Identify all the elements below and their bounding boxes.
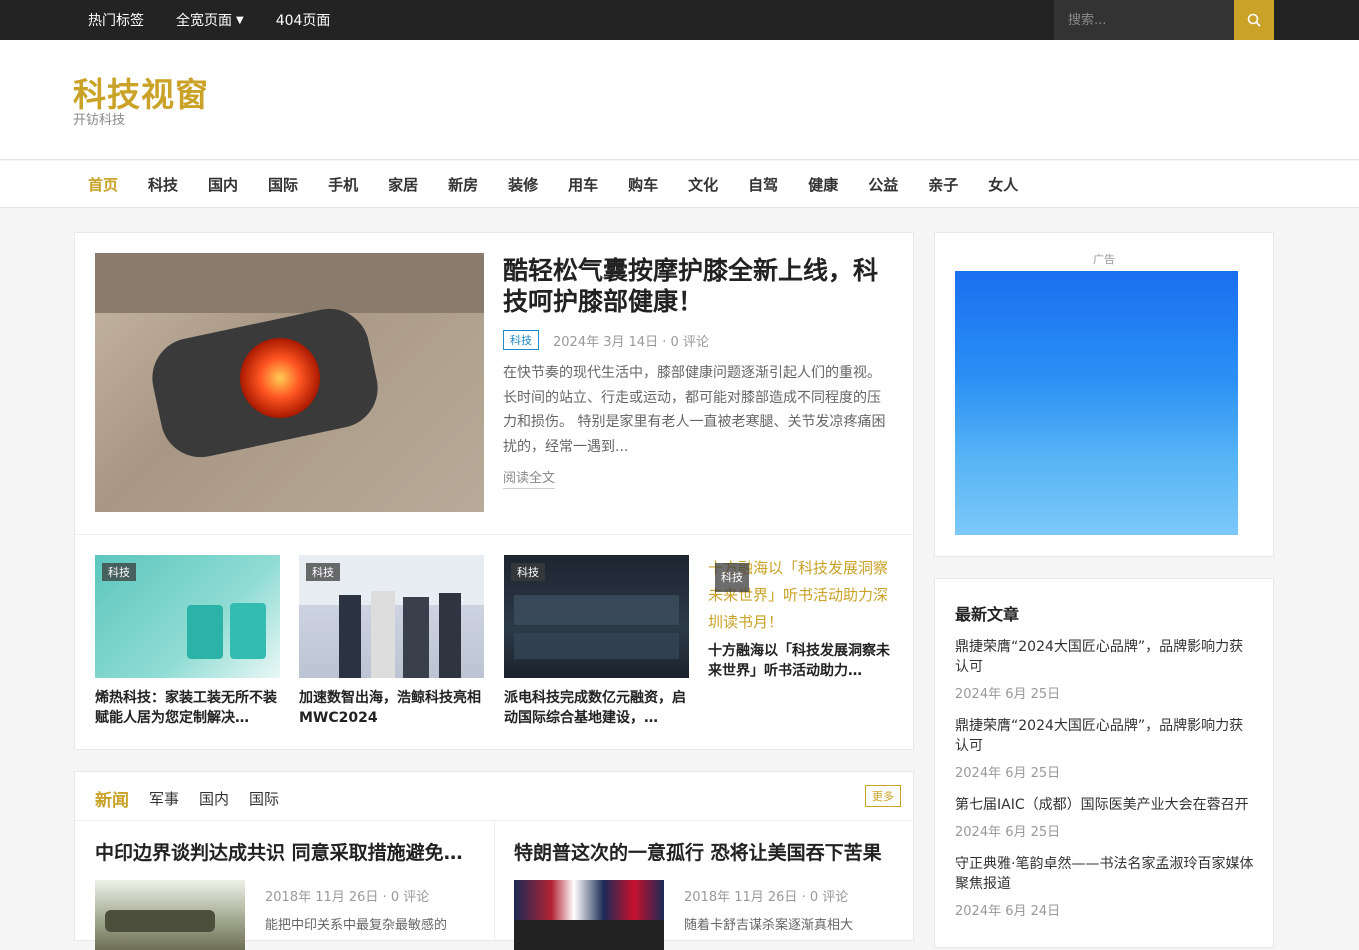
top-nav: 热门标签 全宽页面 ▼ 404页面 — [88, 0, 362, 40]
news-excerpt: 随着卡舒吉谋杀案逐渐真相大 — [684, 918, 854, 933]
news-title[interactable]: 中印边界谈判达成共识 同意采取措施避免… — [95, 838, 475, 865]
nav-item[interactable]: 健康 — [808, 174, 838, 195]
ad-widget: 广告 — [934, 232, 1274, 557]
nav-item[interactable]: 新房 — [448, 174, 478, 195]
more-button[interactable]: 更多 — [865, 785, 901, 807]
recent-post-date: 2024年 6月 25日 — [955, 766, 1061, 781]
recent-posts-widget: 最新文章 鼎捷荣膺“2024大国匠心品牌”，品牌影响力获认可 2024年 6月 … — [934, 578, 1274, 948]
recent-post-title[interactable]: 鼎捷荣膺“2024大国匠心品牌”，品牌影响力获认可 — [955, 716, 1255, 756]
top-link-fullwidth[interactable]: 全宽页面 ▼ — [176, 10, 244, 30]
small-post[interactable]: 科技 派电科技完成数亿元融资，启动国际综合基地建设，… — [504, 555, 689, 728]
small-post-thumb[interactable]: 科技 — [95, 555, 280, 678]
news-section: 新闻 军事 国内 国际 更多 中印边界谈判达成共识 同意采取措施避免… 2018… — [74, 771, 914, 950]
featured-title[interactable]: 酷轻松气囊按摩护膝全新上线，科技呵护膝部健康！ — [503, 255, 893, 317]
recent-post-title[interactable]: 第七届IAIC（成都）国际医美产业大会在蓉召开 — [955, 795, 1255, 815]
small-post-title[interactable]: 加速数智出海，浩鲸科技亮相MWC2024 — [299, 688, 484, 728]
site-tagline: 开钫科技 — [73, 113, 126, 128]
nav-item[interactable]: 自驾 — [748, 174, 778, 195]
small-post[interactable]: 十方融海以「科技发展洞察未来世界」听书活动助力深圳读书月！ 科技 十方融海以「科… — [708, 555, 893, 681]
search-input[interactable] — [1054, 0, 1234, 40]
recent-post[interactable]: 第七届IAIC（成都）国际医美产业大会在蓉召开 2024年 6月 25日 — [955, 795, 1255, 840]
news-title[interactable]: 特朗普这次的一意孤行 恐将让美国吞下苦果 — [514, 838, 894, 865]
recent-post[interactable]: 守正典雅·笔韵卓然——书法名家孟淑玲百家媒体聚焦报道 2024年 6月 24日 — [955, 854, 1255, 919]
recent-posts-list: 鼎捷荣膺“2024大国匠心品牌”，品牌影响力获认可 2024年 6月 25日 鼎… — [955, 637, 1255, 933]
top-link-fullwidth-label: 全宽页面 — [176, 13, 232, 29]
news-thumb[interactable] — [95, 880, 245, 950]
recent-post-date: 2024年 6月 25日 — [955, 687, 1061, 702]
news-thumb[interactable] — [514, 880, 664, 950]
divider — [75, 534, 913, 535]
main-nav: 首页 科技 国内 国际 手机 家居 新房 装修 用车 购车 文化 自驾 健康 公… — [0, 161, 1359, 208]
broken-image-alt[interactable]: 十方融海以「科技发展洞察未来世界」听书活动助力深圳读书月！ 科技 — [708, 555, 893, 641]
featured-section: 酷轻松气囊按摩护膝全新上线，科技呵护膝部健康！ 科技 2024年 3月 14日 … — [74, 232, 914, 750]
search-button[interactable] — [1234, 0, 1274, 40]
recent-post-title[interactable]: 守正典雅·笔韵卓然——书法名家孟淑玲百家媒体聚焦报道 — [955, 854, 1255, 894]
small-post-thumb[interactable]: 科技 — [504, 555, 689, 678]
nav-item[interactable]: 装修 — [508, 174, 538, 195]
nav-item[interactable]: 文化 — [688, 174, 718, 195]
nav-item[interactable]: 家居 — [388, 174, 418, 195]
divider — [494, 820, 495, 940]
nav-item[interactable]: 亲子 — [928, 174, 958, 195]
post-tag: 科技 — [511, 563, 545, 581]
top-link-404[interactable]: 404页面 — [276, 10, 331, 30]
chevron-down-icon: ▼ — [236, 14, 244, 26]
nav-item[interactable]: 国际 — [268, 174, 298, 195]
tab-military[interactable]: 军事 — [149, 788, 179, 809]
news-tabs: 新闻 军事 国内 国际 — [95, 786, 299, 811]
tab-domestic[interactable]: 国内 — [199, 788, 229, 809]
nav-item[interactable]: 手机 — [328, 174, 358, 195]
news-excerpt: 能把中印关系中最复杂最敏感的 — [265, 918, 448, 933]
site-header: 科技视窗 开钫科技 — [0, 40, 1359, 160]
small-post-title[interactable]: 烯热科技：家装工装无所不装赋能人居为您定制解决… — [95, 688, 280, 728]
recent-post-date: 2024年 6月 25日 — [955, 825, 1061, 840]
recent-post-title[interactable]: 鼎捷荣膺“2024大国匠心品牌”，品牌影响力获认可 — [955, 637, 1255, 677]
featured-meta-text: 2024年 3月 14日 · 0 评论 — [553, 334, 709, 350]
small-post[interactable]: 科技 加速数智出海，浩鲸科技亮相MWC2024 — [299, 555, 484, 728]
recent-posts-title: 最新文章 — [955, 605, 1020, 624]
recent-post[interactable]: 鼎捷荣膺“2024大国匠心品牌”，品牌影响力获认可 2024年 6月 25日 — [955, 716, 1255, 781]
featured-excerpt: 在快节奏的现代生活中，膝部健康问题逐渐引起人们的重视。长时间的站立、行走或运动，… — [503, 365, 886, 455]
news-meta: 2018年 11月 26日 · 0 评论 — [265, 890, 430, 905]
small-post-title[interactable]: 十方融海以「科技发展洞察未来世界」听书活动助力… — [708, 641, 893, 681]
nav-item[interactable]: 科技 — [148, 174, 178, 195]
nav-item-home[interactable]: 首页 — [88, 174, 118, 195]
read-more-link[interactable]: 阅读全文 — [503, 467, 556, 489]
news-meta: 2018年 11月 26日 · 0 评论 — [684, 890, 849, 905]
top-bar: 热门标签 全宽页面 ▼ 404页面 — [0, 0, 1359, 40]
top-link-tags[interactable]: 热门标签 — [88, 10, 144, 30]
small-post-title[interactable]: 派电科技完成数亿元融资，启动国际综合基地建设，… — [504, 688, 689, 728]
post-tag: 科技 — [102, 563, 136, 581]
nav-item[interactable]: 公益 — [868, 174, 898, 195]
category-badge[interactable]: 科技 — [503, 330, 539, 350]
recent-post[interactable]: 鼎捷荣膺“2024大国匠心品牌”，品牌影响力获认可 2024年 6月 25日 — [955, 637, 1255, 702]
post-tag: 科技 — [306, 563, 340, 581]
nav-item[interactable]: 用车 — [568, 174, 598, 195]
small-post-thumb[interactable]: 科技 — [299, 555, 484, 678]
ad-label: 广告 — [1093, 253, 1115, 266]
featured-meta: 科技 2024年 3月 14日 · 0 评论 — [503, 330, 709, 350]
tab-international[interactable]: 国际 — [249, 788, 279, 809]
ad-image[interactable] — [955, 271, 1238, 535]
post-tag: 科技 — [715, 563, 749, 592]
tab-news[interactable]: 新闻 — [95, 786, 129, 811]
recent-post-date: 2024年 6月 24日 — [955, 904, 1061, 919]
news-item[interactable]: 特朗普这次的一意孤行 恐将让美国吞下苦果 2018年 11月 26日 · 0 评… — [514, 838, 894, 950]
nav-item[interactable]: 女人 — [988, 174, 1018, 195]
news-item[interactable]: 中印边界谈判达成共识 同意采取措施避免… 2018年 11月 26日 · 0 评… — [95, 838, 475, 950]
small-post[interactable]: 科技 烯热科技：家装工装无所不装赋能人居为您定制解决… — [95, 555, 280, 728]
search-icon — [1247, 13, 1261, 27]
nav-item[interactable]: 购车 — [628, 174, 658, 195]
nav-item[interactable]: 国内 — [208, 174, 238, 195]
featured-image[interactable] — [95, 253, 484, 512]
